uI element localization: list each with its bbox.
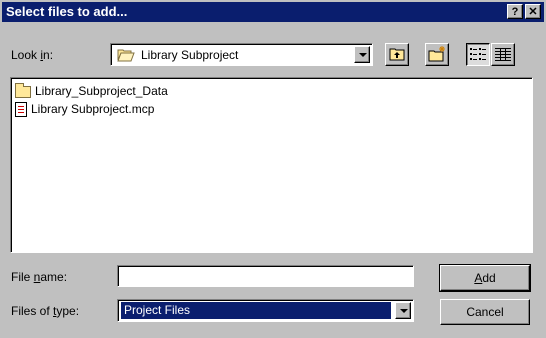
file-type-label-pre: Files of [11,304,54,318]
folder-icon [15,82,31,98]
list-item[interactable]: Library Subproject.mcp [15,101,155,118]
file-name-label-post: ame: [40,270,68,284]
file-type-value: Project Files [120,301,392,320]
look-in-combo[interactable]: Library Subproject [110,43,373,66]
window-title: Select files to add... [6,4,128,19]
file-item-name: Library Subproject.mcp [31,102,155,116]
new-folder-icon [428,46,445,62]
file-list[interactable]: Library_Subproject_Data Library Subproje… [10,77,533,253]
up-one-level-button[interactable] [385,43,409,66]
file-type-label: Files of type: [11,304,79,318]
list-view-icon [470,48,486,60]
look-in-value: Library Subproject [141,48,239,62]
look-in-label-pre: Look [11,48,41,62]
folder-open-icon [117,48,135,65]
close-button[interactable]: ✕ [525,4,541,19]
cancel-button[interactable]: Cancel [440,299,530,325]
select-files-dialog: Select files to add... ? ✕ Look in: Libr… [0,0,546,338]
add-button[interactable]: Add [439,264,531,292]
close-icon: ✕ [528,6,538,18]
list-view-button[interactable] [466,43,490,66]
file-name-input[interactable] [117,265,414,287]
list-item[interactable]: Library_Subproject_Data [15,82,168,99]
look-in-label: Look in: [11,48,53,62]
file-type-label-post: ype: [56,304,80,318]
file-item-name: Library_Subproject_Data [35,84,168,98]
mcp-file-icon [15,102,27,118]
title-bar[interactable]: Select files to add... ? ✕ [2,2,544,22]
look-in-dropdown-button[interactable] [354,46,370,63]
look-in-label-post: n: [43,48,54,62]
help-icon: ? [511,6,519,18]
details-view-button[interactable] [491,43,515,66]
file-name-label-pre: File [11,270,34,284]
up-folder-icon [389,48,405,61]
file-type-dropdown-button[interactable] [395,302,411,319]
details-view-icon [495,48,511,61]
create-new-folder-button[interactable] [425,43,449,66]
add-button-label: dd [482,271,496,285]
help-button[interactable]: ? [507,4,523,19]
cancel-button-label: Cancel [466,305,504,319]
file-type-combo[interactable]: Project Files [117,299,414,322]
file-name-label: File name: [11,270,67,284]
